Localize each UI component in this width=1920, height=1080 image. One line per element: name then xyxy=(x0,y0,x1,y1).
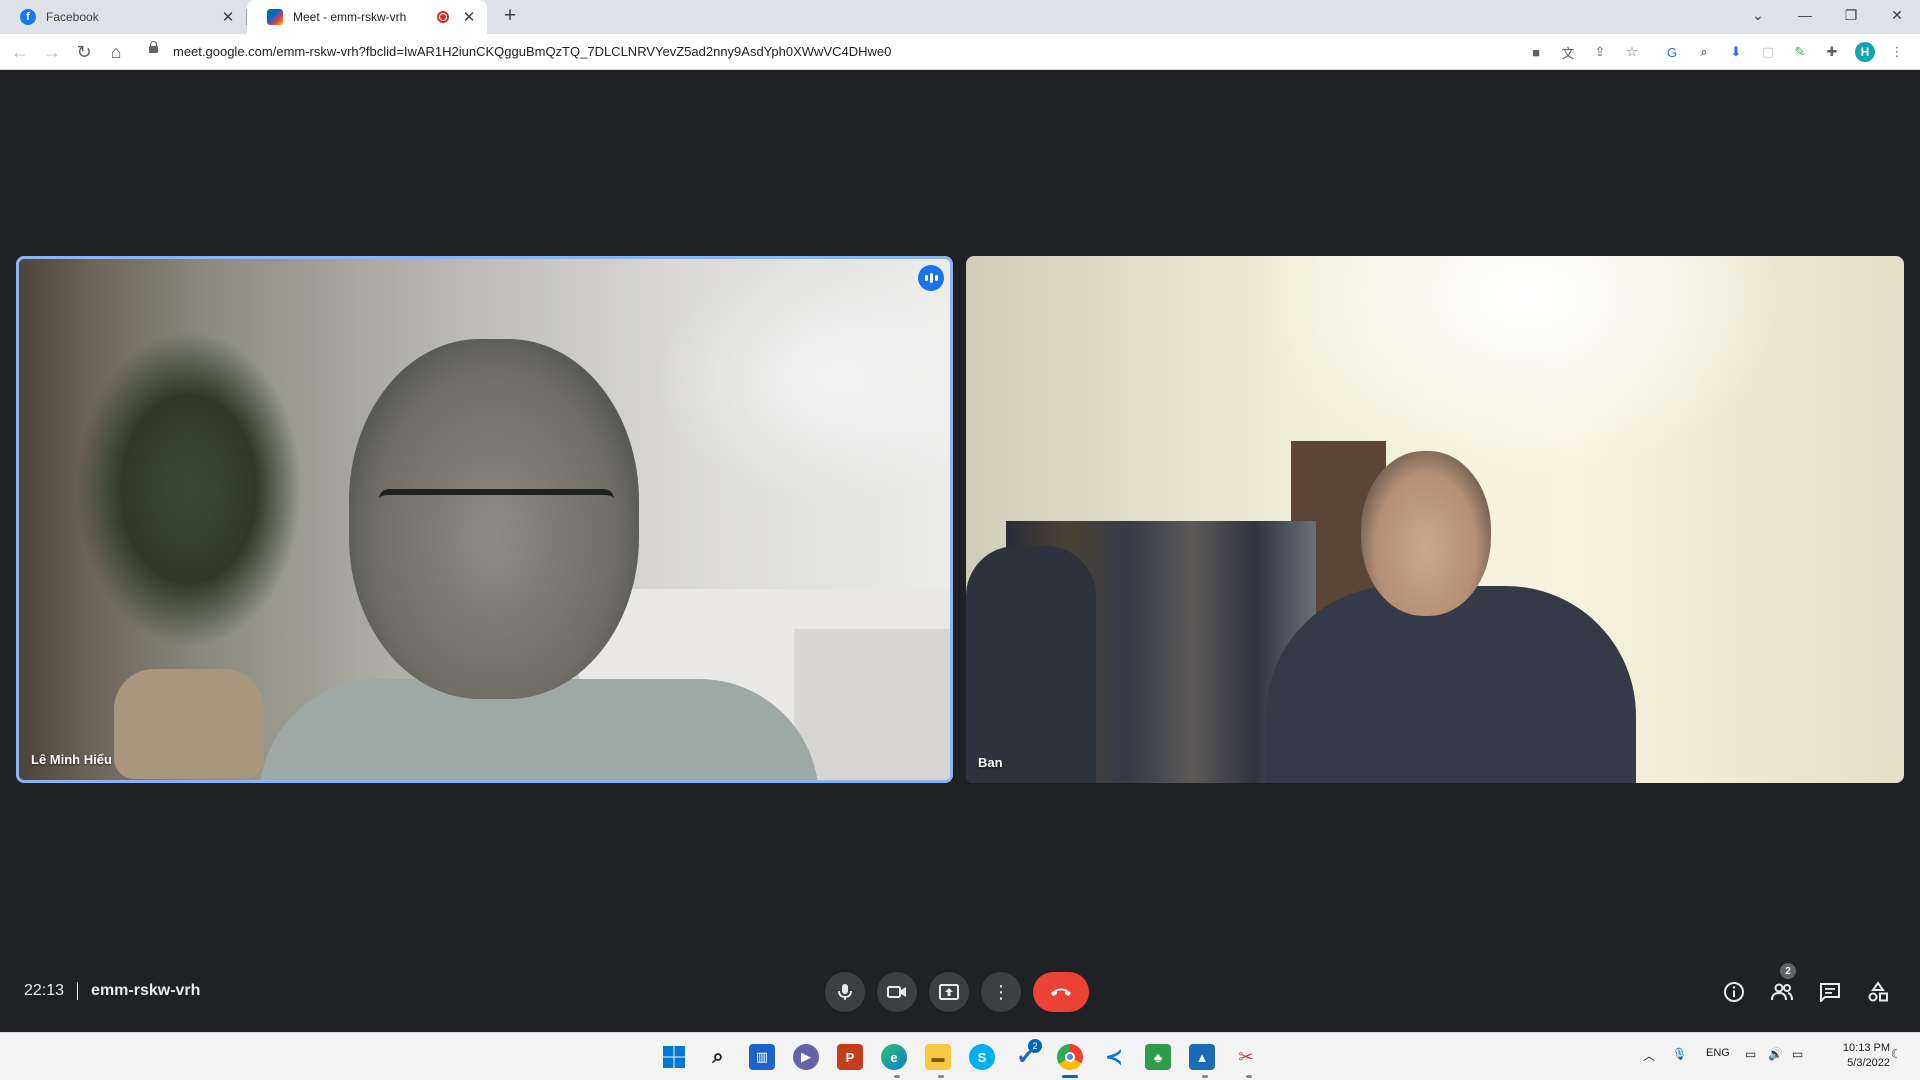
profile-avatar[interactable]: H xyxy=(1855,42,1875,62)
tab-search-icon[interactable]: ⌄ xyxy=(1735,0,1781,30)
app-icon[interactable]: ♣ xyxy=(1145,1044,1171,1070)
chat-button[interactable] xyxy=(1816,978,1844,1006)
more-options-button[interactable]: ⋮ xyxy=(981,972,1021,1012)
camera-icon xyxy=(887,986,906,998)
tab-facebook[interactable]: f Facebook ✕ xyxy=(0,0,246,34)
powerpoint-icon[interactable]: P xyxy=(837,1044,863,1070)
tab-meet[interactable]: Meet - emm-rskw-vrh ✕ xyxy=(247,0,487,34)
tab-title: Facebook xyxy=(46,10,99,24)
end-call-icon xyxy=(1051,988,1071,996)
windows-taskbar: ⌕ ▥ ▶ P e ▬ S ✔ 2 ≺ ♣ ▲ ✂ ︿ 🎙 ENG ▭ 🔊 ▭ … xyxy=(0,1032,1920,1080)
home-icon[interactable]: ⌂ xyxy=(104,40,128,64)
info-icon xyxy=(1724,982,1744,1002)
people-icon xyxy=(1771,983,1793,1001)
zoom-extension-icon[interactable]: ⌕ xyxy=(1695,43,1713,61)
activities-icon xyxy=(1868,981,1888,1002)
close-tab-icon[interactable]: ✕ xyxy=(220,8,236,26)
do-not-disturb-icon[interactable]: ☾ xyxy=(1891,1047,1902,1061)
video-tile-ban[interactable]: Ban xyxy=(966,256,1904,783)
skype-icon[interactable]: S xyxy=(969,1044,995,1070)
snipping-tool-icon[interactable]: ✂ xyxy=(1233,1044,1259,1070)
lock-icon[interactable] xyxy=(149,41,158,53)
system-clock[interactable]: 10:13 PM 5/3/2022 xyxy=(1812,1041,1890,1071)
clock-time: 10:13 PM xyxy=(1842,1042,1890,1054)
microphone-icon xyxy=(838,984,852,1000)
translate-icon[interactable]: 文 xyxy=(1559,43,1577,61)
network-icon[interactable]: ▭ xyxy=(1745,1047,1756,1061)
people-button[interactable] xyxy=(1768,978,1796,1006)
bookmark-star-icon[interactable]: ☆ xyxy=(1623,43,1641,61)
teams-chat-icon[interactable]: ▶ xyxy=(793,1044,819,1070)
divider xyxy=(77,982,79,1000)
forward-icon[interactable]: → xyxy=(40,40,64,64)
present-icon xyxy=(939,984,959,1000)
widgets-icon[interactable]: ▥ xyxy=(749,1044,775,1070)
active-app-indicator xyxy=(1062,1075,1078,1078)
speaking-indicator-icon xyxy=(918,265,944,291)
search-icon[interactable]: ⌕ xyxy=(705,1044,731,1070)
reload-icon[interactable]: ↻ xyxy=(72,40,96,64)
meeting-code: emm-rskw-vrh xyxy=(91,982,201,999)
file-explorer-icon[interactable]: ▬ xyxy=(925,1044,951,1070)
video-tile-le-minh-hieu[interactable]: Lê Minh Hiếu xyxy=(16,256,953,783)
photos-icon[interactable]: ▲ xyxy=(1189,1044,1215,1070)
participant-name: Ban xyxy=(978,755,1003,770)
chrome-icon[interactable] xyxy=(1057,1044,1083,1070)
menu-kebab-icon[interactable]: ⋮ xyxy=(1888,43,1906,61)
meeting-details: 22:13 emm-rskw-vrh xyxy=(24,982,200,1000)
language-indicator[interactable]: ENG xyxy=(1706,1047,1730,1059)
back-icon[interactable]: ← xyxy=(8,40,32,64)
browser-toolbar: ← → ↻ ⌂ meet.google.com/emm-rskw-vrh?fbc… xyxy=(0,34,1920,70)
microphone-button[interactable] xyxy=(825,972,865,1012)
pen-extension-icon[interactable]: ✎ xyxy=(1791,43,1809,61)
meeting-details-button[interactable] xyxy=(1720,978,1748,1006)
download-extension-icon[interactable]: ⬇ xyxy=(1727,43,1745,61)
more-vert-icon: ⋮ xyxy=(992,981,1010,1002)
microphone-in-use-icon[interactable]: 🎙 xyxy=(1672,1047,1687,1061)
google-meet-icon xyxy=(267,9,283,25)
tab-title: Meet - emm-rskw-vrh xyxy=(293,10,407,24)
google-translate-extension-icon[interactable]: G xyxy=(1663,43,1681,61)
browser-tab-strip: f Facebook ✕ Meet - emm-rskw-vrh ✕ + ⌄ —… xyxy=(0,0,1920,34)
participant-name: Lê Minh Hiếu xyxy=(31,752,112,767)
close-window-button[interactable]: ✕ xyxy=(1874,0,1920,30)
blank-extension-icon[interactable]: ▢ xyxy=(1759,43,1777,61)
volume-icon[interactable]: 🔊 xyxy=(1768,1047,1783,1061)
new-tab-button[interactable]: + xyxy=(498,5,522,29)
windows-start-icon[interactable] xyxy=(661,1044,687,1070)
activities-button[interactable] xyxy=(1864,978,1892,1006)
camera-button[interactable] xyxy=(877,972,917,1012)
present-screen-button[interactable] xyxy=(929,972,969,1012)
todo-badge: 2 xyxy=(1028,1039,1042,1053)
video-feed-background xyxy=(39,279,339,719)
leave-call-button[interactable] xyxy=(1033,972,1089,1012)
extensions-puzzle-icon[interactable]: ✚ xyxy=(1823,43,1841,61)
recording-icon xyxy=(437,11,449,23)
restore-button[interactable]: ❐ xyxy=(1828,0,1874,30)
address-bar[interactable]: meet.google.com/emm-rskw-vrh?fbclid=IwAR… xyxy=(173,44,891,59)
edge-icon[interactable]: e xyxy=(881,1044,907,1070)
facebook-icon: f xyxy=(20,9,36,25)
battery-icon[interactable]: ▭ xyxy=(1792,1047,1803,1061)
clock-date: 5/3/2022 xyxy=(1847,1057,1890,1069)
show-hidden-icons-icon[interactable]: ︿ xyxy=(1643,1047,1655,1064)
close-tab-icon[interactable]: ✕ xyxy=(461,8,477,26)
participant-video xyxy=(1361,451,1491,616)
participant-count-badge: 2 xyxy=(1780,963,1796,979)
share-icon[interactable]: ⇪ xyxy=(1591,43,1609,61)
camera-in-use-icon[interactable]: ■ xyxy=(1527,43,1545,61)
minimize-button[interactable]: — xyxy=(1782,0,1828,30)
meeting-time: 22:13 xyxy=(24,982,65,999)
vscode-icon[interactable]: ≺ xyxy=(1101,1044,1127,1070)
chat-icon xyxy=(1820,983,1840,1002)
